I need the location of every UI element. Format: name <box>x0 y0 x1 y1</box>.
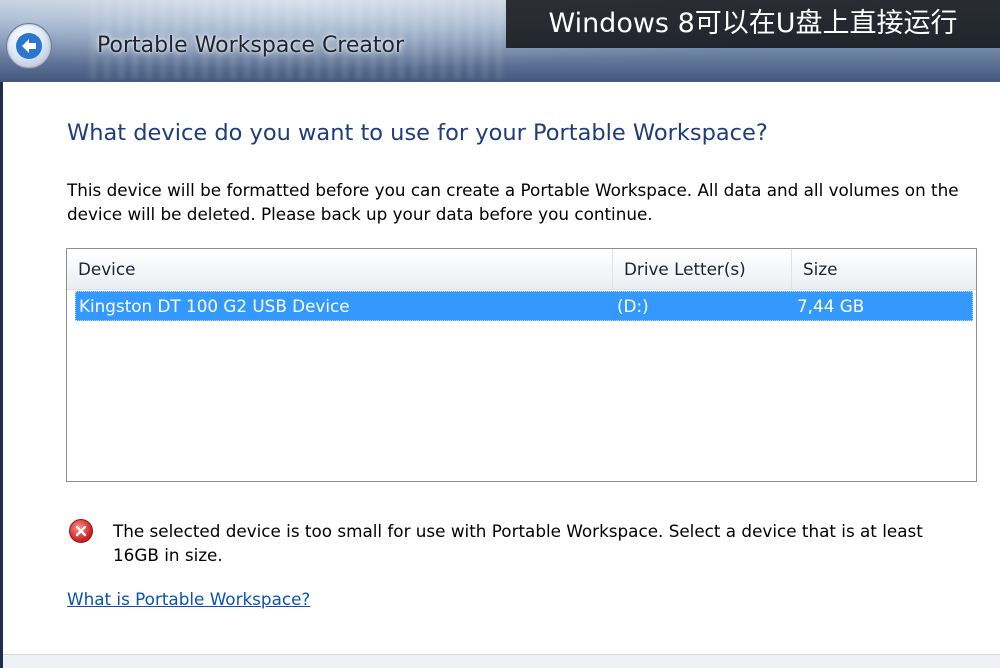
size-cell: 7,44 GB <box>797 296 865 316</box>
error-x-icon <box>69 519 93 543</box>
device-list[interactable]: Device Drive Letter(s) Size Kingston DT … <box>66 248 977 482</box>
page-heading: What device do you want to use for your … <box>67 120 768 146</box>
column-header-size[interactable]: Size <box>792 249 972 289</box>
column-header-drive-letters[interactable]: Drive Letter(s) <box>613 249 792 289</box>
device-list-header: Device Drive Letter(s) Size <box>67 249 976 290</box>
error-message: The selected device is too small for use… <box>113 521 923 565</box>
overlay-caption: Windows 8可以在U盘上直接运行 <box>506 0 1000 48</box>
device-name-cell: Kingston DT 100 G2 USB Device <box>79 296 350 316</box>
page-description: This device will be formatted before you… <box>67 180 959 224</box>
column-header-device[interactable]: Device <box>67 249 613 289</box>
window-title: Portable Workspace Creator <box>97 33 405 58</box>
drive-letter-cell: (D:) <box>617 296 649 316</box>
help-link[interactable]: What is Portable Workspace? <box>67 589 310 609</box>
wizard-content: What device do you want to use for your … <box>3 82 1000 668</box>
device-row-selected[interactable]: Kingston DT 100 G2 USB Device (D:) 7,44 … <box>75 291 973 321</box>
footer-strip <box>3 654 1000 668</box>
back-button[interactable] <box>6 23 52 69</box>
back-arrow-icon <box>16 33 42 59</box>
